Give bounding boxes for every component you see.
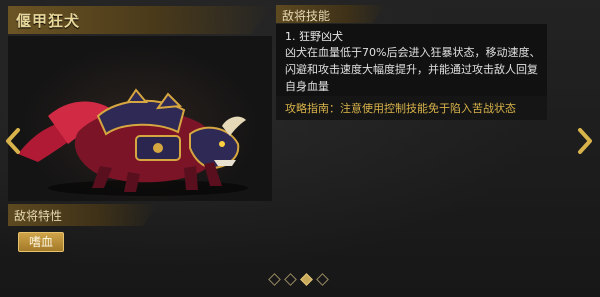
page-dot-active[interactable] — [300, 273, 313, 286]
page-dot[interactable] — [268, 273, 281, 286]
trait-header: 敌将特性 — [8, 204, 158, 226]
armored-beast-illustration — [18, 88, 248, 196]
title-banner: 偃甲狂犬 — [8, 6, 272, 34]
page-indicator — [266, 273, 336, 286]
enemy-name: 偃甲狂犬 — [16, 12, 81, 30]
page-dot[interactable] — [284, 273, 297, 286]
page-dot[interactable] — [316, 273, 329, 286]
enemy-info-panel: 偃甲狂犬 敌将特性 嗜血 敌将技能 1. 狂野凶犬 凶犬在血量低于70%后会进入… — [0, 0, 600, 297]
enemy-portrait — [8, 36, 272, 201]
trait-header-label: 敌将特性 — [14, 209, 63, 223]
chevron-left-icon[interactable] — [4, 128, 22, 154]
trait-badge-label: 嗜血 — [28, 235, 53, 249]
trait-badge[interactable]: 嗜血 — [18, 232, 64, 252]
chevron-right-icon[interactable] — [576, 128, 594, 154]
skill-name: 1. 狂野凶犬 — [285, 30, 343, 43]
skill-header: 敌将技能 — [276, 5, 386, 23]
strategy-tip: 攻略指南：注意使用控制技能免于陷入苦战状态 — [285, 102, 516, 115]
skill-header-label: 敌将技能 — [282, 9, 331, 23]
skill-description: 凶犬在血量低于70%后会进入狂暴状态，移动速度、闪避和攻击速度大幅度提升，并能通… — [285, 46, 541, 93]
